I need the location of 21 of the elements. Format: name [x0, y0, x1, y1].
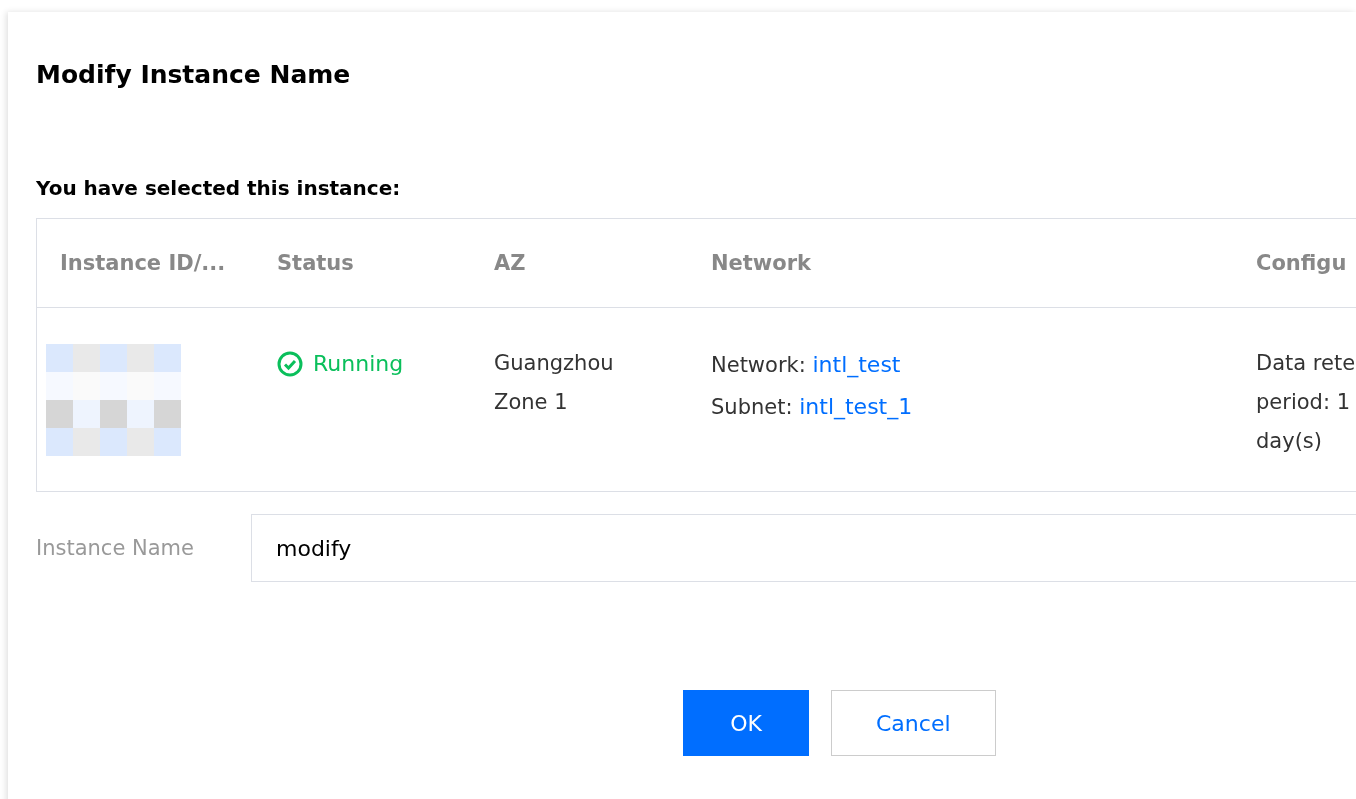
cancel-button[interactable]: Cancel: [831, 690, 996, 756]
configuration-text: period: 1: [1256, 389, 1351, 416]
column-header: AZ: [494, 251, 526, 275]
column-header: Status: [277, 251, 354, 275]
field-label: Instance Name: [36, 536, 195, 560]
ok-button[interactable]: OK: [683, 690, 809, 756]
selection-label: You have selected this instance:: [36, 176, 402, 202]
column-header: Configu: [1256, 251, 1347, 275]
subnet-link[interactable]: intl_test_1: [799, 394, 913, 419]
column-header: Instance ID/...: [60, 251, 226, 275]
network-link[interactable]: intl_test: [812, 352, 901, 377]
zone-text: Guangzhou Zone 1: [494, 350, 615, 416]
check-circle-icon: [277, 350, 303, 377]
configuration-text: Data rete: [1256, 350, 1356, 377]
instance-name-field[interactable]: modify: [251, 514, 1356, 582]
dialog-title: Modify Instance Name: [36, 59, 352, 91]
column-header: Network: [711, 251, 811, 275]
configuration-text: day(s): [1256, 428, 1323, 455]
status-label: Running: [277, 344, 404, 383]
network-label: Network:: [711, 353, 806, 377]
subnet-label: Subnet:: [711, 395, 793, 419]
